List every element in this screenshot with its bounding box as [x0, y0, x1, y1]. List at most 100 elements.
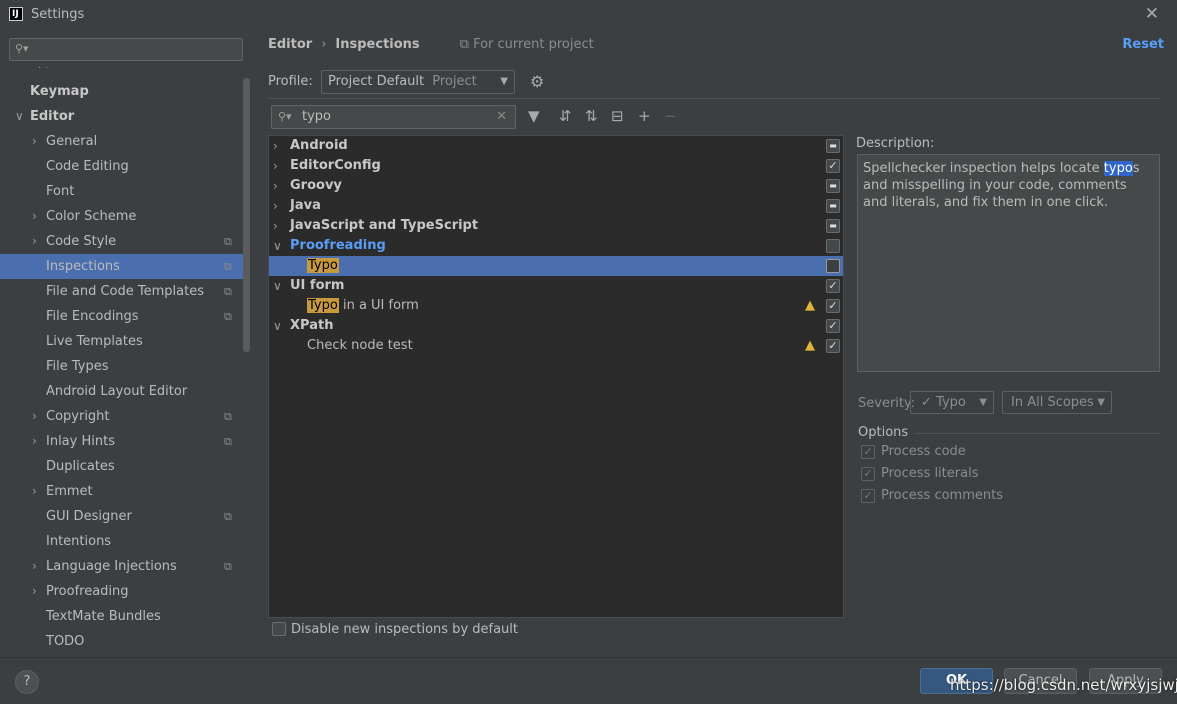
expand-all-icon[interactable]: ⇵ — [559, 107, 572, 125]
sidebar-item-android-layout-editor[interactable]: Android Layout Editor — [0, 379, 243, 404]
profile-dropdown[interactable]: Project Default Project ▼ — [321, 70, 515, 94]
reset-to-default-icon[interactable]: ⊟ — [611, 107, 624, 125]
sidebar-item-language-injections[interactable]: › Language Injections ⧉ — [0, 554, 243, 579]
inspection-group[interactable]: ∨ UI form ✓ — [269, 276, 843, 296]
chevron-right-icon[interactable]: › — [273, 176, 278, 196]
search-match-highlight: Typo — [307, 258, 339, 273]
sidebar-item-file-encodings[interactable]: File Encodings ⧉ — [0, 304, 243, 329]
sidebar-item-code-style[interactable]: › Code Style ⧉ — [0, 229, 243, 254]
filter-icon[interactable]: ▼ — [528, 107, 540, 125]
clear-icon[interactable]: ✕ — [496, 106, 507, 128]
inspection-group[interactable]: ∨ XPath ✓ — [269, 316, 843, 336]
inspection-checkbox[interactable]: ▬ — [826, 139, 840, 153]
disable-new-checkbox[interactable] — [272, 622, 286, 636]
severity-label: Severity: — [858, 396, 916, 411]
inspection-group[interactable]: › Android ▬ — [269, 136, 843, 156]
chevron-down-icon[interactable]: ∨ — [273, 276, 282, 296]
warning-icon: ▲ — [805, 338, 815, 353]
sidebar-item-emmet[interactable]: › Emmet — [0, 479, 243, 504]
inspection-checkbox[interactable] — [826, 239, 840, 253]
inspection-item[interactable]: Typo in a UI form ▲ ✓ — [269, 296, 843, 316]
inspection-group[interactable]: ∨ Proofreading — [269, 236, 843, 256]
chevron-right-icon[interactable]: › — [273, 216, 278, 236]
sidebar-item-textmate-bundles[interactable]: TextMate Bundles — [0, 604, 243, 629]
add-icon[interactable]: + — [638, 107, 651, 125]
sidebar-item-gui-designer[interactable]: GUI Designer ⧉ — [0, 504, 243, 529]
sidebar-item-general[interactable]: › General — [0, 129, 243, 154]
chevron-down-icon[interactable]: ∨ — [273, 316, 282, 336]
chevron-right-icon[interactable]: › — [273, 196, 278, 216]
inspection-checkbox[interactable]: ✓ — [826, 299, 840, 313]
scope-dropdown[interactable]: In All Scopes ▼ — [1002, 391, 1112, 414]
inspection-checkbox[interactable]: ✓ — [826, 319, 840, 333]
breadcrumb: Editor › Inspections ⧉ For current proje… — [268, 37, 594, 52]
sidebar-item-label: File Types — [46, 359, 109, 374]
inspection-checkbox[interactable]: ✓ — [826, 279, 840, 293]
sidebar-item-editor[interactable]: ∨ Editor — [0, 104, 243, 129]
profile-sub: Project — [432, 74, 477, 89]
inspection-group[interactable]: › Java ▬ — [269, 196, 843, 216]
sidebar-scrollbar[interactable] — [243, 78, 250, 352]
reset-link[interactable]: Reset — [1122, 37, 1164, 52]
chevron-down-icon[interactable]: ∨ — [273, 236, 282, 256]
gear-icon[interactable]: ⚙ — [530, 72, 544, 91]
inspection-group-label: Android — [290, 138, 348, 153]
inspection-group[interactable]: › EditorConfig ✓ — [269, 156, 843, 176]
chevron-right-icon[interactable]: › — [32, 204, 37, 229]
project-level-icon: ⧉ — [224, 560, 232, 573]
options-divider — [914, 433, 1161, 434]
sidebar-item-code-editing[interactable]: Code Editing — [0, 154, 243, 179]
sidebar-item-todo[interactable]: TODO — [0, 629, 243, 654]
severity-dropdown[interactable]: ✓ Typo ▼ — [910, 391, 994, 414]
chevron-right-icon[interactable]: › — [32, 229, 37, 254]
inspection-group[interactable]: › JavaScript and TypeScript ▬ — [269, 216, 843, 236]
inspection-checkbox[interactable]: ✓ — [826, 159, 840, 173]
sidebar-search-input[interactable]: ⚲▾ — [9, 38, 243, 61]
sidebar-item-color-scheme[interactable]: › Color Scheme — [0, 204, 243, 229]
sidebar-item-file-types[interactable]: File Types — [0, 354, 243, 379]
breadcrumb-editor[interactable]: Editor — [268, 37, 312, 52]
inspection-checkbox[interactable]: ▬ — [826, 219, 840, 233]
option-checkbox[interactable]: ✓ — [861, 467, 875, 481]
help-button[interactable]: ? — [15, 670, 39, 694]
sidebar-item-inlay-hints[interactable]: › Inlay Hints ⧉ — [0, 429, 243, 454]
sidebar-item-label: Color Scheme — [46, 209, 137, 224]
chevron-right-icon[interactable]: › — [32, 479, 37, 504]
inspection-filter-input[interactable]: ⚲▾ typo ✕ — [271, 105, 516, 129]
sidebar-item-live-templates[interactable]: Live Templates — [0, 329, 243, 354]
chevron-down-icon[interactable]: ∨ — [15, 104, 24, 129]
inspection-item[interactable]: Check node test ▲ ✓ — [269, 336, 843, 356]
breadcrumb-separator: › — [321, 37, 327, 52]
sidebar-item-label: Code Style — [46, 234, 117, 249]
remove-icon[interactable]: − — [664, 107, 677, 125]
option-checkbox[interactable]: ✓ — [861, 489, 875, 503]
chevron-right-icon[interactable]: › — [273, 156, 278, 176]
sidebar-item-label: Proofreading — [46, 584, 129, 599]
inspection-group[interactable]: › Groovy ▬ — [269, 176, 843, 196]
inspection-checkbox[interactable]: ▬ — [826, 179, 840, 193]
project-icon: ⧉ — [459, 37, 474, 52]
sidebar-item-file-and-code-templates[interactable]: File and Code Templates ⧉ — [0, 279, 243, 304]
chevron-right-icon[interactable]: › — [32, 579, 37, 604]
sidebar-item-proofreading[interactable]: › Proofreading — [0, 579, 243, 604]
watermark: https://blog.csdn.net/wrxyjsjwjs — [950, 676, 1177, 694]
sidebar-item-keymap[interactable]: Keymap — [0, 79, 243, 104]
sidebar-item-intentions[interactable]: Intentions — [0, 529, 243, 554]
close-icon[interactable]: ✕ — [1145, 4, 1159, 24]
collapse-all-icon[interactable]: ⇅ — [585, 107, 598, 125]
inspection-checkbox[interactable] — [826, 259, 840, 273]
inspection-item[interactable]: Typo — [269, 256, 843, 276]
sidebar-item-copyright[interactable]: › Copyright ⧉ — [0, 404, 243, 429]
chevron-right-icon[interactable]: › — [273, 136, 278, 156]
sidebar-item-duplicates[interactable]: Duplicates — [0, 454, 243, 479]
chevron-right-icon[interactable]: › — [32, 129, 37, 154]
sidebar-item-font[interactable]: Font — [0, 179, 243, 204]
chevron-right-icon[interactable]: › — [32, 404, 37, 429]
chevron-right-icon[interactable]: › — [32, 429, 37, 454]
app-logo-icon: IJ — [9, 7, 23, 21]
sidebar-item-inspections[interactable]: Inspections ⧉ — [0, 254, 243, 279]
option-checkbox[interactable]: ✓ — [861, 445, 875, 459]
inspection-checkbox[interactable]: ✓ — [826, 339, 840, 353]
chevron-right-icon[interactable]: › — [32, 554, 37, 579]
inspection-checkbox[interactable]: ▬ — [826, 199, 840, 213]
